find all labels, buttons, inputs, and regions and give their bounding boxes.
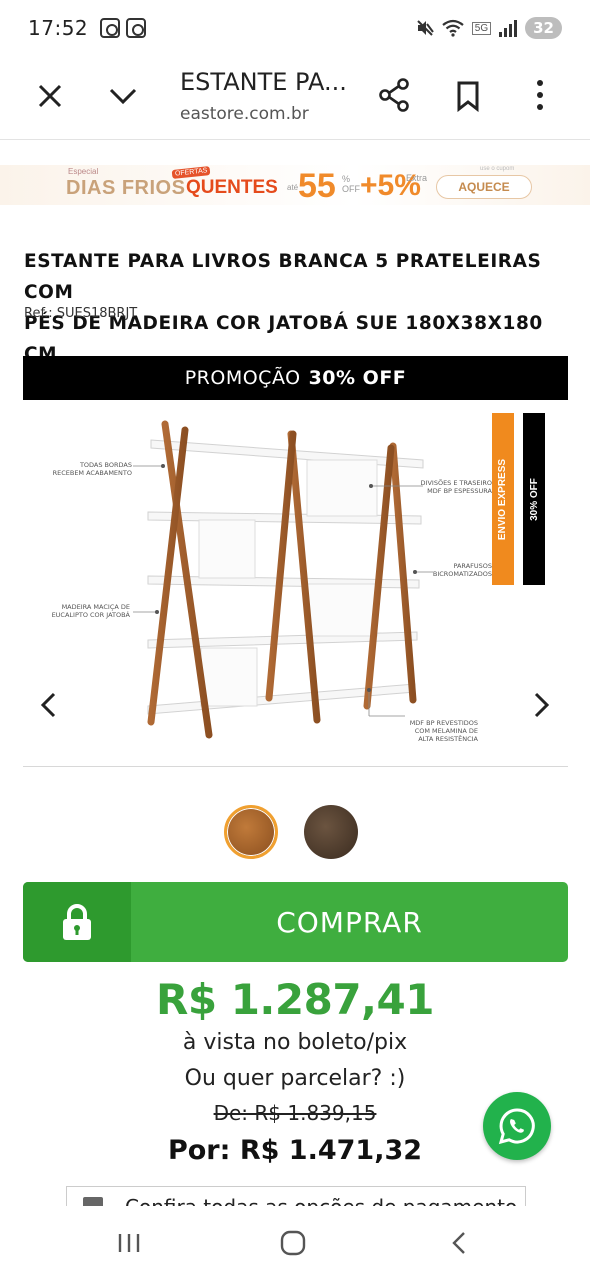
annotation-line: RECEBEM ACABAMENTO	[52, 469, 132, 477]
annotation-parafusos: PARAFUSOS BICROMATIZADOS	[430, 562, 492, 578]
whatsapp-icon	[498, 1108, 535, 1145]
tag-envio-label: ENVIO EXPRESS	[497, 458, 509, 540]
payment-options-button[interactable]: Confira todas as opções de pagamento	[66, 1186, 526, 1206]
card-icon	[83, 1197, 103, 1206]
product-ref: Ref.: SUES18BRJT	[24, 306, 138, 321]
annotation-line: MDF BP REVESTIDOS	[409, 719, 478, 727]
annotation-line: EUCALIPTO COR JATOBÁ	[51, 611, 130, 619]
system-nav-bar	[0, 1206, 590, 1280]
annotation-line: BICROMATIZADOS	[432, 570, 492, 578]
divider	[23, 766, 568, 767]
network-type: 5G	[471, 21, 492, 35]
annotation-line: PARAFUSOS	[453, 562, 492, 570]
share-icon[interactable]	[378, 78, 410, 112]
buy-button-label: COMPRAR	[276, 905, 423, 939]
mute-icon	[417, 20, 434, 36]
annotation-bordas: TODAS BORDAS RECEBEM ACABAMENTO	[50, 461, 132, 477]
signal-icon	[499, 19, 518, 37]
price-installments-prompt: Ou quer parcelar? :)	[184, 1066, 406, 1091]
promo-off-small: % OFF	[342, 174, 360, 194]
status-bar: 17:52 5G 32	[0, 0, 590, 56]
browser-toolbar: ESTANTE PA... eastore.com.br	[0, 56, 590, 140]
buy-button[interactable]: COMPRAR	[23, 882, 568, 962]
screen-record-icon	[100, 18, 121, 38]
promo-strip-text: PROMOÇÃO	[184, 367, 301, 389]
screenshot-icon	[126, 18, 147, 38]
lock-icon	[63, 904, 91, 940]
promo-coupon-code: AQUECE	[436, 175, 532, 199]
product-title-line-1: ESTANTE PARA LIVROS BRANCA 5 PRATELEIRAS…	[24, 251, 542, 303]
color-swatch-dark[interactable]	[304, 805, 358, 859]
status-right: 5G 32	[416, 17, 562, 39]
page-title: ESTANTE PA...	[180, 68, 347, 96]
status-notification-icons	[100, 18, 147, 38]
page-url[interactable]: eastore.com.br	[180, 104, 309, 124]
promo-banner[interactable]: Especial DIAS FRIOS OFERTAS QUENTES até …	[0, 165, 590, 205]
battery-level: 32	[525, 17, 562, 39]
payment-options-label: Confira todas as opções de pagamento	[125, 1195, 517, 1206]
promo-cupom-label: use o cupom	[480, 166, 515, 172]
annotation-mdf: MDF BP REVESTIDOS COM MELAMINA DE ALTA R…	[404, 719, 478, 743]
product-image[interactable]	[23, 400, 568, 765]
promo-extra-label: Extra	[406, 173, 428, 183]
chevron-left-icon[interactable]	[36, 688, 62, 722]
buy-lock-box	[23, 882, 131, 962]
status-time: 17:52	[28, 16, 89, 40]
price-method: à vista no boleto/pix	[182, 1030, 408, 1055]
annotation-line: COM MELAMINA DE	[414, 727, 478, 735]
annotation-divisoes: DIVISÕES E TRASEIRO MDF BP ESPESSURA	[420, 479, 492, 495]
annotation-line: ALTA RESISTÊNCIA	[418, 735, 478, 743]
more-vert-icon[interactable]	[530, 78, 550, 112]
annotation-madeira: MADEIRA MACIÇA DE EUCALIPTO COR JATOBÁ	[44, 603, 130, 619]
close-icon[interactable]	[36, 82, 64, 110]
promo-especial: Especial	[68, 167, 99, 176]
color-swatch-jatoba[interactable]	[224, 805, 278, 859]
recents-icon[interactable]	[116, 1232, 142, 1254]
annotation-line: MADEIRA MACIÇA DE	[61, 603, 130, 611]
promo-ate: até	[287, 183, 299, 192]
bookmark-icon[interactable]	[454, 80, 482, 112]
chevron-down-icon[interactable]	[108, 82, 138, 110]
promo-strip-discount: 30% OFF	[308, 367, 407, 389]
wifi-icon	[442, 19, 464, 37]
promo-dias-frios: DIAS FRIOS	[66, 177, 186, 199]
annotation-line: TODAS BORDAS	[79, 461, 132, 469]
annotation-line: MDF BP ESPESSURA	[427, 487, 492, 495]
tag-30-off: 30% OFF	[523, 413, 545, 585]
whatsapp-button[interactable]	[483, 1092, 551, 1160]
home-icon[interactable]	[280, 1230, 306, 1256]
tag-envio-express: ENVIO EXPRESS	[492, 413, 514, 585]
promo-strip: PROMOÇÃO 30% OFF	[23, 356, 568, 400]
promo-discount: 55	[298, 167, 336, 205]
annotation-line: DIVISÕES E TRASEIRO	[420, 479, 492, 487]
price-cash: R$ 1.287,41	[156, 975, 434, 1024]
tag-off-label: 30% OFF	[528, 477, 540, 521]
promo-quentes: QUENTES	[186, 177, 278, 198]
back-icon[interactable]	[450, 1230, 468, 1256]
chevron-right-icon[interactable]	[528, 688, 554, 722]
